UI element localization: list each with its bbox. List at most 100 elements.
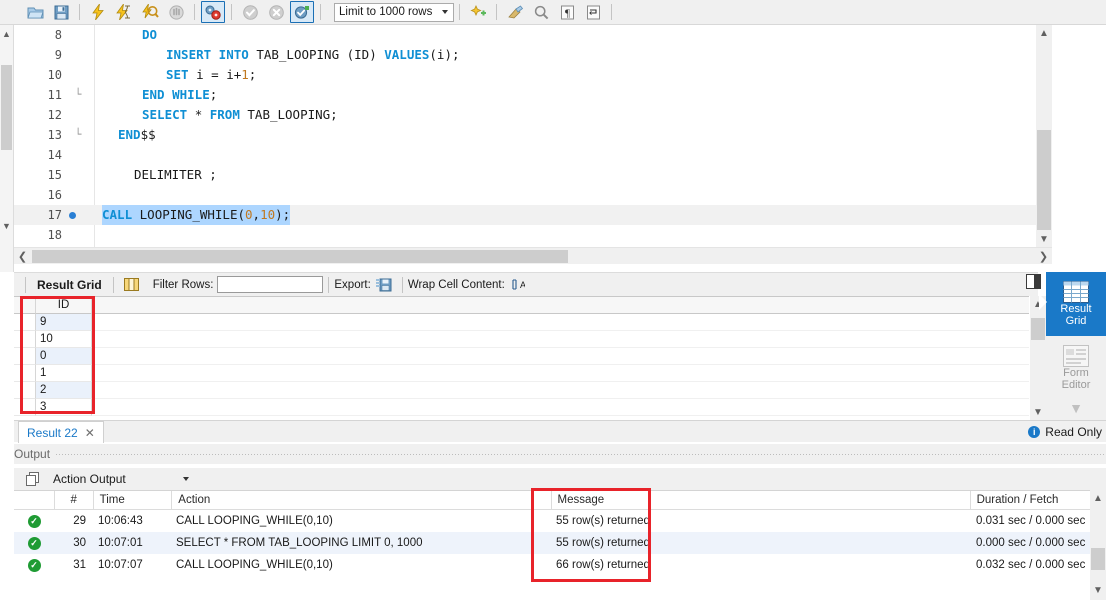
explain-query-icon[interactable]: [138, 1, 162, 23]
grid-row-selector[interactable]: [14, 348, 36, 365]
grid-cell-id[interactable]: 3: [36, 399, 92, 416]
breakpoint-marker-icon[interactable]: [69, 212, 76, 219]
grid-cell-id[interactable]: 0: [36, 348, 92, 365]
scroll-right-arrow[interactable]: ❯: [1035, 248, 1052, 265]
export-icon[interactable]: [372, 274, 396, 296]
code-line[interactable]: 10 SET i = i+1;: [14, 65, 1036, 85]
grid-cell-id[interactable]: 9: [36, 314, 92, 331]
toggle-stop-on-error-icon[interactable]: [201, 1, 225, 23]
search-icon[interactable]: [529, 1, 553, 23]
editor-vscroll-thumb[interactable]: [1037, 130, 1051, 230]
side-panel-item-form-editor[interactable]: Form Editor: [1046, 336, 1106, 400]
rollback-icon[interactable]: [264, 1, 288, 23]
scroll-down-arrow[interactable]: ▼: [2, 221, 11, 231]
result-tab-label: Result 22: [27, 425, 78, 440]
grid-row[interactable]: 9: [14, 314, 1029, 331]
header-message[interactable]: Message: [552, 494, 970, 506]
sql-code-editor[interactable]: 8 DO 9 INSERT INTO TAB_LOOPING (ID) VALUES(…: [14, 25, 1036, 247]
commit-icon[interactable]: [238, 1, 262, 23]
code-fold-marker-icon[interactable]: └: [72, 125, 84, 145]
code-line[interactable]: 17 CALL LOOPING_WHILE(0,10);: [14, 205, 1036, 225]
scroll-down-arrow[interactable]: ▼: [1090, 582, 1106, 598]
code-line[interactable]: 8 DO: [14, 25, 1036, 45]
grid-header-id[interactable]: ID: [36, 297, 92, 314]
output-vertical-scrollbar[interactable]: ▲ ▼: [1090, 490, 1106, 600]
editor-vertical-scrollbar[interactable]: ▲ ▼: [1036, 25, 1052, 247]
find-icon-broom[interactable]: [503, 1, 527, 23]
grid-row-selector[interactable]: [14, 399, 36, 416]
grid-row-selector[interactable]: [14, 314, 36, 331]
action-output-icon[interactable]: [21, 468, 45, 490]
action-output-row[interactable]: ✓ 30 10:07:01 SELECT * FROM TAB_LOOPING LIM…: [14, 532, 1090, 554]
action-output-row[interactable]: ✓ 29 10:06:43 CALL LOOPING_WHILE(0,10) 55 ro…: [14, 510, 1090, 532]
chevron-down-icon: [442, 10, 448, 14]
output-vscroll-thumb[interactable]: [1091, 548, 1105, 570]
scroll-left-arrow[interactable]: ❮: [14, 248, 31, 265]
grid-vertical-scrollbar[interactable]: ▲ ▼: [1030, 296, 1046, 420]
output-cell-num: 31: [73, 559, 86, 571]
row-limit-dropdown[interactable]: Limit to 1000 rows: [334, 2, 454, 22]
grid-cell-id[interactable]: 1: [36, 365, 92, 382]
code-line[interactable]: 9 INSERT INTO TAB_LOOPING (ID) VALUES(i);: [14, 45, 1036, 65]
execute-statement-icon[interactable]: [86, 1, 110, 23]
grid-row-selector[interactable]: [14, 331, 36, 348]
scroll-up-arrow[interactable]: ▲: [1036, 25, 1052, 41]
wrap-cell-icon[interactable]: A: [506, 274, 530, 296]
grid-cell-id[interactable]: 10: [36, 331, 92, 348]
header-time[interactable]: Time: [94, 494, 172, 506]
action-output-row[interactable]: ✓ 31 10:07:07 CALL LOOPING_WHILE(0,10) 66 ro…: [14, 554, 1090, 576]
header-num[interactable]: #: [55, 494, 93, 506]
left-strip-scroll-thumb[interactable]: [1, 65, 12, 150]
code-line[interactable]: 13 └ END$$: [14, 125, 1036, 145]
line-number: 12: [47, 108, 62, 122]
editor-hscroll-thumb[interactable]: [32, 250, 568, 263]
output-type-dropdown[interactable]: Action Output: [46, 470, 196, 488]
code-token: LOOPING_WHILE(: [139, 207, 245, 222]
grid-view-icon[interactable]: [120, 274, 144, 296]
grid-row[interactable]: 1: [14, 365, 1029, 382]
grid-cell-id[interactable]: 2: [36, 382, 92, 399]
result-grid-table[interactable]: ID 9 10 0 1 2 3: [14, 296, 1029, 420]
result-tab-result-22[interactable]: Result 22 ✕: [18, 421, 104, 443]
code-line[interactable]: 12 SELECT * FROM TAB_LOOPING;: [14, 105, 1036, 125]
toggle-side-panel-icon[interactable]: [1026, 274, 1041, 289]
output-cell-time: 10:07:01: [98, 537, 143, 549]
code-line[interactable]: 14: [14, 145, 1036, 165]
beautify-query-icon[interactable]: [466, 1, 490, 23]
grid-row[interactable]: 2: [14, 382, 1029, 399]
header-action[interactable]: Action: [172, 494, 550, 506]
code-line[interactable]: 11 └ END WHILE;: [14, 85, 1036, 105]
code-fold-marker-icon[interactable]: └: [72, 85, 84, 105]
code-line[interactable]: 18: [14, 225, 1036, 245]
side-panel-item-result-grid[interactable]: Result Grid: [1046, 272, 1106, 336]
success-check-icon: ✓: [27, 514, 41, 528]
action-output-table[interactable]: # Time Action Message Duration / Fetch ✓…: [14, 490, 1090, 600]
code-token: DO: [142, 27, 158, 42]
grid-row-selector[interactable]: [14, 382, 36, 399]
filter-rows-input[interactable]: [217, 276, 324, 293]
grid-row[interactable]: 0: [14, 348, 1029, 365]
scroll-up-arrow[interactable]: ▲: [1090, 490, 1106, 506]
header-duration[interactable]: Duration / Fetch: [971, 494, 1090, 506]
stop-query-icon[interactable]: [164, 1, 188, 23]
open-sql-file-icon[interactable]: [23, 1, 47, 23]
toggle-wrapping-icon[interactable]: [581, 1, 605, 23]
scroll-down-arrow[interactable]: ▼: [1030, 404, 1046, 420]
close-icon[interactable]: ✕: [85, 426, 95, 440]
editor-horizontal-scrollbar[interactable]: ❮ ❯: [14, 247, 1052, 264]
toggle-invisible-chars-icon[interactable]: ¶: [555, 1, 579, 23]
line-number: 11: [47, 88, 62, 102]
grid-row-selector[interactable]: [14, 365, 36, 382]
scroll-up-arrow[interactable]: ▲: [2, 29, 11, 39]
grid-row[interactable]: 10: [14, 331, 1029, 348]
scroll-down-arrow[interactable]: ▼: [1036, 231, 1052, 247]
autocommit-icon[interactable]: [290, 1, 314, 23]
code-line[interactable]: 16: [14, 185, 1036, 205]
save-sql-file-icon[interactable]: [49, 1, 73, 23]
result-grid-toolbar: Result Grid Filter Rows: Export: Wrap Ce…: [14, 272, 1038, 296]
grid-vscroll-thumb[interactable]: [1031, 318, 1045, 340]
side-panel-more-chevron-icon[interactable]: ▼: [1046, 400, 1106, 416]
code-line[interactable]: 15 DELIMITER ;: [14, 165, 1036, 185]
execute-current-statement-icon[interactable]: [112, 1, 136, 23]
grid-row[interactable]: 3: [14, 399, 1029, 416]
